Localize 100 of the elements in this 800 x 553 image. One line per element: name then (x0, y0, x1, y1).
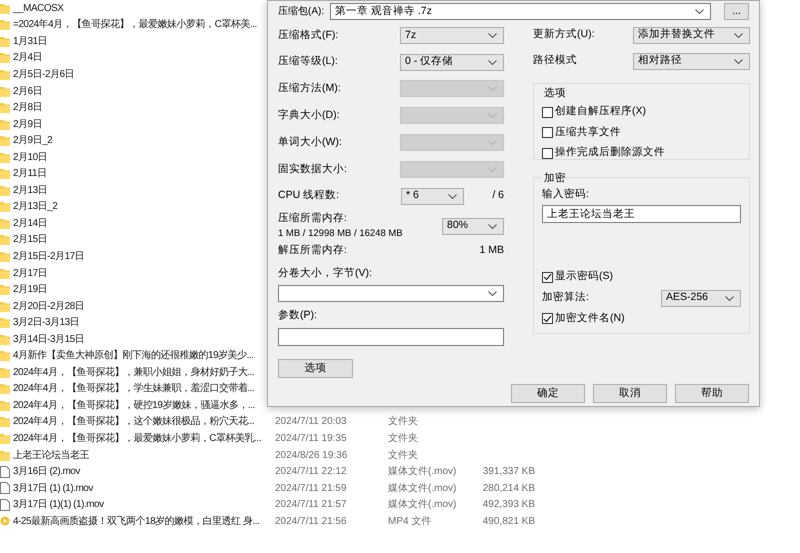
file-icon (0, 498, 10, 511)
chevron-down-icon (725, 296, 734, 300)
text-field[interactable] (278, 328, 504, 346)
file-name[interactable]: 3月16日 (2).mov (13, 464, 266, 480)
folder-icon (0, 416, 10, 428)
checkbox[interactable] (542, 106, 553, 118)
file-name[interactable]: 4月新作【卖鱼大神原创】刚下海的还很稚嫩的19岁美少... (13, 348, 266, 364)
chevron-down-icon (488, 140, 497, 146)
file-type: 媒体文件(.mov) (388, 464, 458, 480)
file-name[interactable]: 4-25最新高画质盗摄！双飞两个18岁的嫩模，白里透红 身... (13, 514, 266, 529)
password-field[interactable]: 上老王论坛当老王 (542, 204, 741, 222)
field-label: 压缩方法(M): (278, 81, 341, 96)
checkbox[interactable] (542, 272, 553, 283)
dropdown[interactable]: 7z (400, 26, 504, 44)
folder-icon (0, 52, 10, 64)
modified-date: 2024/7/11 21:57 (275, 498, 348, 512)
file-name[interactable]: 2月20日-2月28日 (13, 298, 266, 314)
folder-icon (0, 86, 10, 96)
file-name[interactable]: 2024年4月，【鱼哥探花】，学生妹兼职，羞涩口交带着... (13, 381, 266, 396)
file-name[interactable]: 2月13日_2 (13, 199, 266, 214)
file-name[interactable]: 3月17日 (1)(1) (1).mov (13, 497, 266, 512)
checkbox[interactable] (542, 127, 553, 138)
file-name[interactable]: 2月4日 (13, 50, 266, 66)
file-name[interactable]: 2月13日 (13, 182, 266, 198)
file-name[interactable]: 3月14日-3月15日 (13, 332, 266, 347)
chevron-down-icon (734, 32, 743, 38)
file-name[interactable]: 2月19日 (13, 282, 266, 298)
file-name[interactable]: 2月15日-2月17日 (13, 248, 266, 264)
dialog-button[interactable]: 确定 (511, 384, 585, 404)
file-name[interactable]: 2024年4月，【鱼哥探花】，最爱嫩妹小萝莉，C罩杯美乳... (13, 430, 266, 446)
chevron-down-icon (488, 291, 497, 296)
folder-icon (0, 201, 10, 212)
folder-icon (0, 152, 10, 163)
folder-icon (0, 19, 10, 30)
file-name[interactable]: 2月14日 (13, 216, 266, 231)
file-name[interactable]: 2月17日 (13, 266, 266, 281)
thread-count: / 6 (492, 188, 504, 204)
file-name[interactable]: =2024年4月，【鱼哥探花】，最爱嫩妹小萝莉，C罩杯美... (13, 17, 266, 32)
field-label: 输入密码: (542, 186, 590, 202)
browse-button[interactable]: ... (724, 3, 749, 20)
file-name[interactable]: __MACOSX (13, 0, 266, 16)
folder-icon (0, 432, 10, 444)
chevron-down-icon (488, 224, 497, 229)
dropdown[interactable]: 0 - 仅存储 (400, 54, 504, 71)
file-name[interactable]: 2024年4月，【鱼哥探花】，这个嫩妹很极品，粉穴天花... (13, 414, 266, 430)
field-label: CPU 线程数: (278, 188, 340, 204)
file-type: 媒体文件(.mov) (388, 482, 458, 496)
file-name[interactable]: 上老王论坛当老王 (13, 448, 266, 463)
dropdown[interactable] (278, 285, 504, 302)
file-name[interactable]: 3月17日 (1) (1).mov (13, 480, 266, 496)
chevron-down-icon (695, 9, 704, 14)
field-label: 单词大小(W): (278, 134, 342, 150)
dropdown[interactable]: 添加并替换文件 (633, 26, 750, 44)
file-name[interactable]: 1月31日 (13, 34, 266, 49)
field-label: 压缩等级(L): (278, 54, 338, 70)
folder-icon (0, 366, 10, 378)
file-name[interactable]: 2月11日 (13, 166, 266, 182)
memory-usage: 1 MB / 12998 MB / 16248 MB (278, 226, 403, 241)
folder-icon (0, 2, 10, 14)
file-name[interactable]: 2月15日 (13, 232, 266, 248)
chevron-down-icon (488, 113, 497, 118)
file-icon (0, 466, 10, 478)
file-name[interactable]: 2月10日 (13, 150, 266, 165)
checkbox[interactable] (542, 148, 553, 158)
chevron-down-icon (734, 58, 743, 64)
file-name[interactable]: 2024年4月，【鱼哥探花】，兼职小姐姐，身材好奶子大... (13, 364, 266, 380)
dialog-button[interactable]: 帮助 (675, 384, 749, 404)
options-button[interactable]: 选项 (278, 359, 353, 378)
folder-icon (0, 118, 10, 130)
file-type: MP4 文件 (388, 514, 432, 529)
file-type: 文件夹 (388, 432, 419, 446)
folder-icon (0, 135, 10, 146)
file-name[interactable]: 2月8日 (13, 100, 266, 116)
folder-icon (0, 268, 10, 279)
file-name[interactable]: 2月9日_2 (13, 133, 266, 148)
dropdown[interactable]: * 6 (401, 188, 464, 205)
dropdown[interactable]: 相对路径 (633, 52, 750, 70)
file-name[interactable]: 2月6日 (13, 84, 266, 98)
modified-date: 2024/7/11 20:03 (275, 415, 348, 430)
file-size: 490,821 KB (482, 514, 535, 529)
file-size: 492,393 KB (482, 498, 535, 512)
folder-icon (0, 334, 10, 345)
folder-icon (0, 350, 10, 362)
dialog-button[interactable]: 取消 (593, 384, 667, 404)
file-name[interactable]: 2月5日-2月6日 (13, 66, 266, 82)
dropdown[interactable]: 第一章 观音禅寺 .7z (330, 3, 711, 20)
modified-date: 2024/7/11 22:12 (275, 465, 348, 480)
file-name[interactable]: 2024年4月，【鱼哥探花】，硬控19岁嫩妹，骚逼水多，... (13, 398, 266, 413)
file-name[interactable]: 2月9日 (13, 116, 266, 132)
folder-icon (0, 284, 10, 296)
dropdown[interactable]: 80% (442, 218, 504, 235)
file-name[interactable]: 3月2日-3月13日 (13, 315, 266, 330)
checkbox-label: 压缩共享文件 (555, 124, 621, 140)
checkbox[interactable] (542, 313, 553, 324)
file-type: 媒体文件(.mov) (388, 498, 458, 512)
field-label: 压缩格式(F): (278, 28, 338, 43)
dropdown[interactable]: AES-256 (661, 290, 741, 306)
folder-icon (0, 400, 10, 411)
file-icon (0, 482, 10, 494)
file-type: 文件夹 (388, 414, 419, 430)
